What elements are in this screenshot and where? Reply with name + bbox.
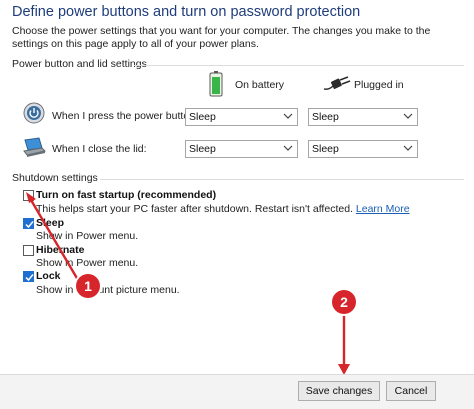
- save-changes-button[interactable]: Save changes: [298, 381, 380, 401]
- annotation-badge-1: 1: [76, 274, 100, 298]
- cancel-button[interactable]: Cancel: [386, 381, 436, 401]
- annotation-badge-2: 2: [332, 290, 356, 314]
- arrow-1-line: [29, 199, 80, 281]
- annotation-arrows: [26, 192, 350, 375]
- arrow-1-head: [26, 192, 36, 203]
